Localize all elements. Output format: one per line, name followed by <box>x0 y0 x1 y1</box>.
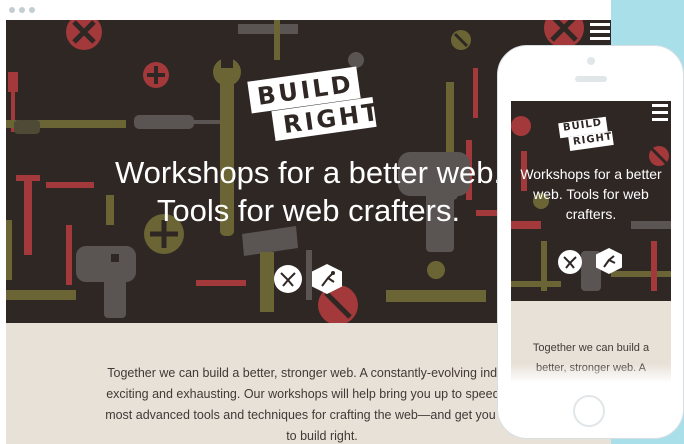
mobile-screen-fade <box>511 364 671 386</box>
saw-icon <box>386 290 486 302</box>
window-maximize-dot[interactable] <box>29 7 35 13</box>
mobile-hero-banner: BUILD RIGHT Workshops for a better web. … <box>511 101 671 301</box>
screw-head-icon <box>143 62 169 88</box>
build-right-logo[interactable]: BUILD RIGHT <box>247 66 383 150</box>
intro-body-copy: Together we can build a better, stronger… <box>105 366 539 443</box>
mobile-hero-headline: Workshops for a better web. Tools for we… <box>520 166 662 222</box>
mobile-build-right-logo[interactable]: BUILD RIGHT <box>558 116 619 156</box>
nail-icon <box>196 280 246 286</box>
phone-camera-icon <box>587 57 595 65</box>
nail-icon <box>66 225 72 285</box>
screwdriver-icon <box>134 115 194 129</box>
mobile-screen: BUILD RIGHT Workshops for a better web. … <box>511 101 671 386</box>
window-minimize-dot[interactable] <box>19 7 25 13</box>
screw-head-icon <box>66 20 102 50</box>
browser-title-bar <box>0 0 611 20</box>
mobile-device-frame: BUILD RIGHT Workshops for a better web. … <box>497 45 684 439</box>
workshop-tools-icon[interactable] <box>274 265 302 293</box>
saw-icon <box>6 290 76 300</box>
hamburger-menu-icon[interactable] <box>590 23 610 43</box>
drill-icon <box>76 246 136 318</box>
window-close-dot[interactable] <box>9 7 15 13</box>
mobile-hamburger-menu-icon[interactable] <box>652 104 668 124</box>
screw-head-icon <box>544 20 584 48</box>
mobile-workshop-tools-icon[interactable] <box>558 250 582 274</box>
phone-home-button[interactable] <box>573 395 605 427</box>
phone-speaker <box>575 76 607 82</box>
screw-head-icon <box>451 30 471 50</box>
